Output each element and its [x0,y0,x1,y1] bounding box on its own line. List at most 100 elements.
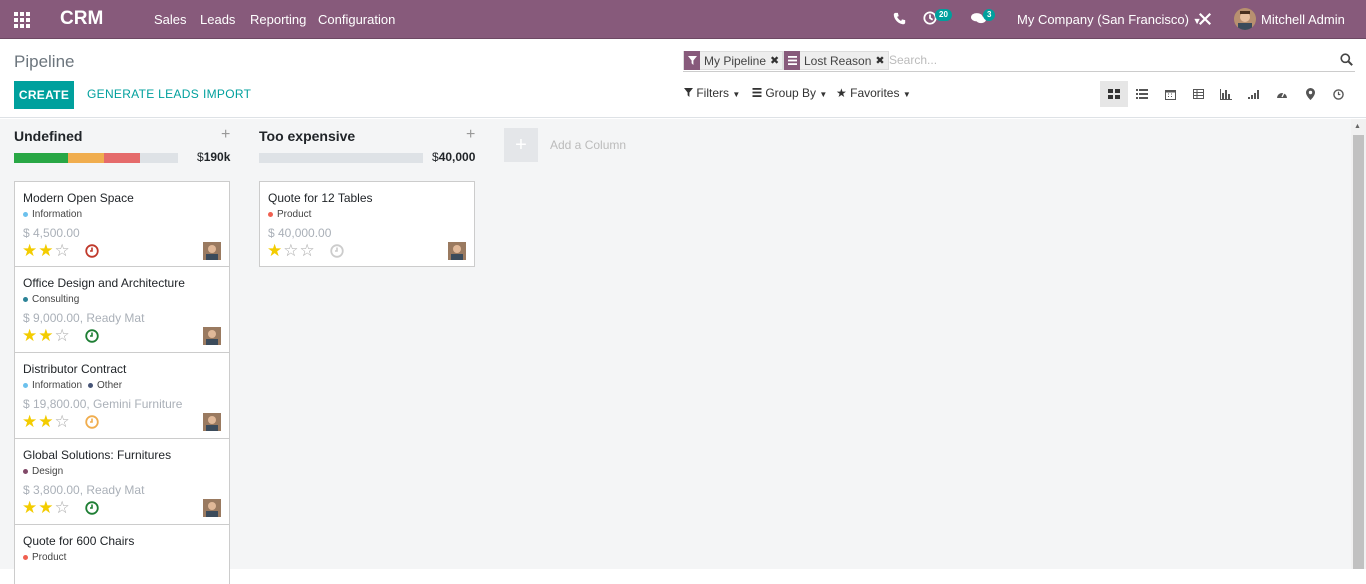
activity-clock-icon[interactable] [85,415,99,429]
star-outline-icon[interactable]: ☆ [55,498,71,517]
star-icon[interactable]: ★ [22,241,38,260]
star-icon[interactable]: ★ [267,241,283,260]
star-icon[interactable]: ★ [22,326,38,345]
star-outline-icon[interactable]: ☆ [55,412,71,431]
progress-segment[interactable] [259,153,423,163]
star-icon[interactable]: ★ [38,498,54,517]
group-by-dropdown[interactable]: Group By ▼ [752,86,827,100]
view-activity[interactable] [1324,81,1352,107]
scrollbar-thumb[interactable] [1353,135,1364,569]
tag-dot [23,212,28,217]
star-outline-icon[interactable]: ☆ [283,241,299,260]
favorites-dropdown[interactable]: ★ Favorites ▼ [836,86,911,100]
column-progress-bar[interactable] [14,153,178,163]
view-graph[interactable] [1212,81,1240,107]
star-icon[interactable]: ★ [38,412,54,431]
phone-icon[interactable] [893,12,906,25]
kanban-card[interactable]: Global Solutions: Furnitures Design $ 3,… [14,438,230,525]
column-title[interactable]: Too expensive [259,128,355,144]
star-icon[interactable]: ★ [38,326,54,345]
view-map[interactable] [1296,81,1324,107]
add-column-label[interactable]: Add a Column [550,138,626,152]
progress-segment[interactable] [14,153,69,163]
card-title: Global Solutions: Furnitures [23,448,172,462]
menu-configuration[interactable]: Configuration [318,12,395,27]
progress-segment[interactable] [140,153,178,163]
star-icon[interactable]: ★ [22,498,38,517]
app-name[interactable]: CRM [60,8,103,30]
column-progress-bar[interactable] [259,153,423,163]
kanban-card[interactable]: Office Design and Architecture Consultin… [14,266,230,353]
star-outline-icon[interactable]: ☆ [300,241,316,260]
kanban-card[interactable]: Quote for 600 Chairs Product [14,524,230,584]
star-outline-icon[interactable]: ☆ [55,326,71,345]
close-icon[interactable]: ✖ [770,54,779,67]
facet-label: Lost Reason [804,53,872,68]
star-icon[interactable]: ★ [22,412,38,431]
create-button[interactable]: CREATE [14,81,74,109]
activity-clock-icon[interactable] [85,244,99,258]
view-pivot[interactable] [1184,81,1212,107]
view-list[interactable] [1128,81,1156,107]
scroll-up-arrow-icon[interactable]: ▲ [1354,123,1361,130]
facet-my-pipeline[interactable]: My Pipeline ✖ [683,51,784,70]
filter-icon [684,88,693,97]
view-dashboard[interactable] [1268,81,1296,107]
list-icon [1136,89,1148,99]
search-bar[interactable]: My Pipeline ✖ Lost Reason ✖ Search... [683,49,1355,72]
priority-stars[interactable]: ★★☆ [22,327,71,344]
debug-tools-icon[interactable] [1198,12,1212,26]
kanban-card[interactable]: Quote for 12 Tables Product $ 40,000.00 … [259,181,475,267]
priority-stars[interactable]: ★★☆ [22,242,71,259]
activity-clock-icon[interactable] [85,501,99,515]
tag: Design [23,466,63,477]
generate-leads-button[interactable]: GENERATE LEADS [87,87,199,101]
activity-clock-icon[interactable] [85,329,99,343]
assignee-avatar[interactable] [203,499,221,517]
quick-create-plus-icon[interactable]: + [221,126,230,144]
activity-clock-icon[interactable] [330,244,344,258]
apps-menu-icon[interactable] [14,12,30,28]
clock-icon [1332,88,1344,100]
chevron-down-icon: ▼ [819,90,828,99]
search-input[interactable]: Search... [889,53,937,67]
card-tags: Product [268,209,311,220]
add-column-button[interactable]: + [504,128,538,162]
quick-create-plus-icon[interactable]: + [466,126,475,144]
menu-reporting[interactable]: Reporting [250,12,306,27]
import-button[interactable]: IMPORT [203,87,251,101]
column-sum: $40,000 [432,150,476,164]
priority-stars[interactable]: ★☆☆ [267,242,316,259]
view-cohort[interactable] [1240,81,1268,107]
assignee-avatar[interactable] [448,242,466,260]
view-kanban[interactable] [1100,81,1128,107]
kanban-card[interactable]: Modern Open Space Information $ 4,500.00… [14,181,230,267]
vertical-scrollbar[interactable]: ▲ [1351,119,1366,569]
menu-sales[interactable]: Sales [154,12,187,27]
assignee-avatar[interactable] [203,327,221,345]
close-icon[interactable]: ✖ [875,54,884,67]
kanban-card[interactable]: Distributor Contract Information Other $… [14,352,230,439]
facet-lost-reason[interactable]: Lost Reason ✖ [783,51,889,70]
view-calendar[interactable] [1156,81,1184,107]
user-avatar[interactable] [1234,8,1256,30]
chevron-down-icon: ▼ [732,90,741,99]
assignee-avatar[interactable] [203,413,221,431]
group-by-label: Group By [765,86,817,100]
star-icon[interactable]: ★ [38,241,54,260]
menu-leads[interactable]: Leads [200,12,235,27]
company-switcher[interactable]: My Company (San Francisco) ▼ [1017,12,1202,27]
star-outline-icon[interactable]: ☆ [55,241,71,260]
column-title[interactable]: Undefined [14,128,82,144]
priority-stars[interactable]: ★★☆ [22,499,71,516]
assignee-avatar[interactable] [203,242,221,260]
card-tags: Product [23,552,66,563]
filters-dropdown[interactable]: Filters ▼ [684,86,740,100]
card-tags: Consulting [23,294,79,305]
progress-segment[interactable] [68,153,105,163]
user-name[interactable]: Mitchell Admin [1261,12,1345,27]
priority-stars[interactable]: ★★☆ [22,413,71,430]
search-icon[interactable] [1340,53,1353,66]
progress-segment[interactable] [104,153,141,163]
signal-icon [1248,90,1259,99]
